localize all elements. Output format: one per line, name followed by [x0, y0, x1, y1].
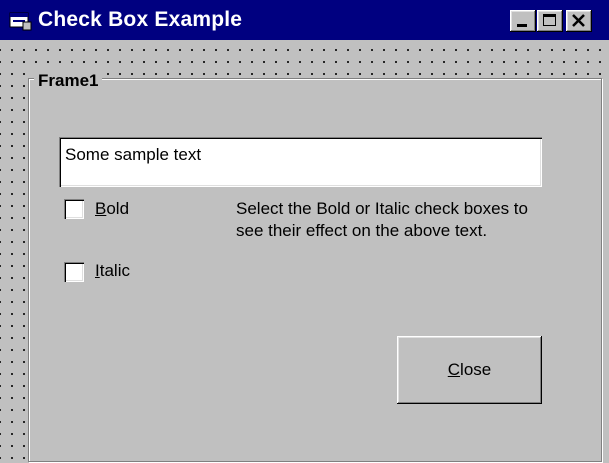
close-button-label: Close	[448, 360, 491, 380]
close-window-button[interactable]	[566, 10, 592, 32]
sample-text-input[interactable]: Some sample text	[59, 137, 542, 187]
bold-hotkey: B	[95, 199, 107, 218]
close-icon	[572, 14, 585, 27]
bold-label-rest: old	[106, 199, 130, 218]
close-label-rest: lose	[460, 360, 492, 379]
check-box-example-window: Check Box Example Frame1 Some sample tex…	[0, 0, 609, 463]
form-icon[interactable]	[9, 11, 33, 31]
maximize-icon	[543, 14, 556, 26]
bold-checkbox[interactable]	[64, 199, 84, 219]
minimize-icon	[517, 24, 527, 27]
italic-checkbox-label[interactable]: Italic	[95, 261, 130, 281]
form-client-area: Frame1 Some sample text Bold Italic Sele…	[0, 40, 609, 463]
maximize-button[interactable]	[537, 10, 563, 32]
italic-label-rest: talic	[99, 261, 130, 280]
close-button[interactable]: Close	[397, 336, 542, 404]
minimize-button[interactable]	[510, 10, 536, 32]
close-hotkey: C	[447, 360, 461, 379]
bold-checkbox-label[interactable]: Bold	[95, 199, 129, 219]
window-title: Check Box Example	[38, 8, 243, 31]
italic-checkbox[interactable]	[64, 262, 84, 282]
title-bar[interactable]: Check Box Example	[0, 0, 609, 40]
frame-label: Frame1	[34, 71, 103, 91]
instructions-text: Select the Bold or Italic check boxes to…	[236, 199, 528, 240]
sample-text-value: Some sample text	[65, 145, 202, 164]
